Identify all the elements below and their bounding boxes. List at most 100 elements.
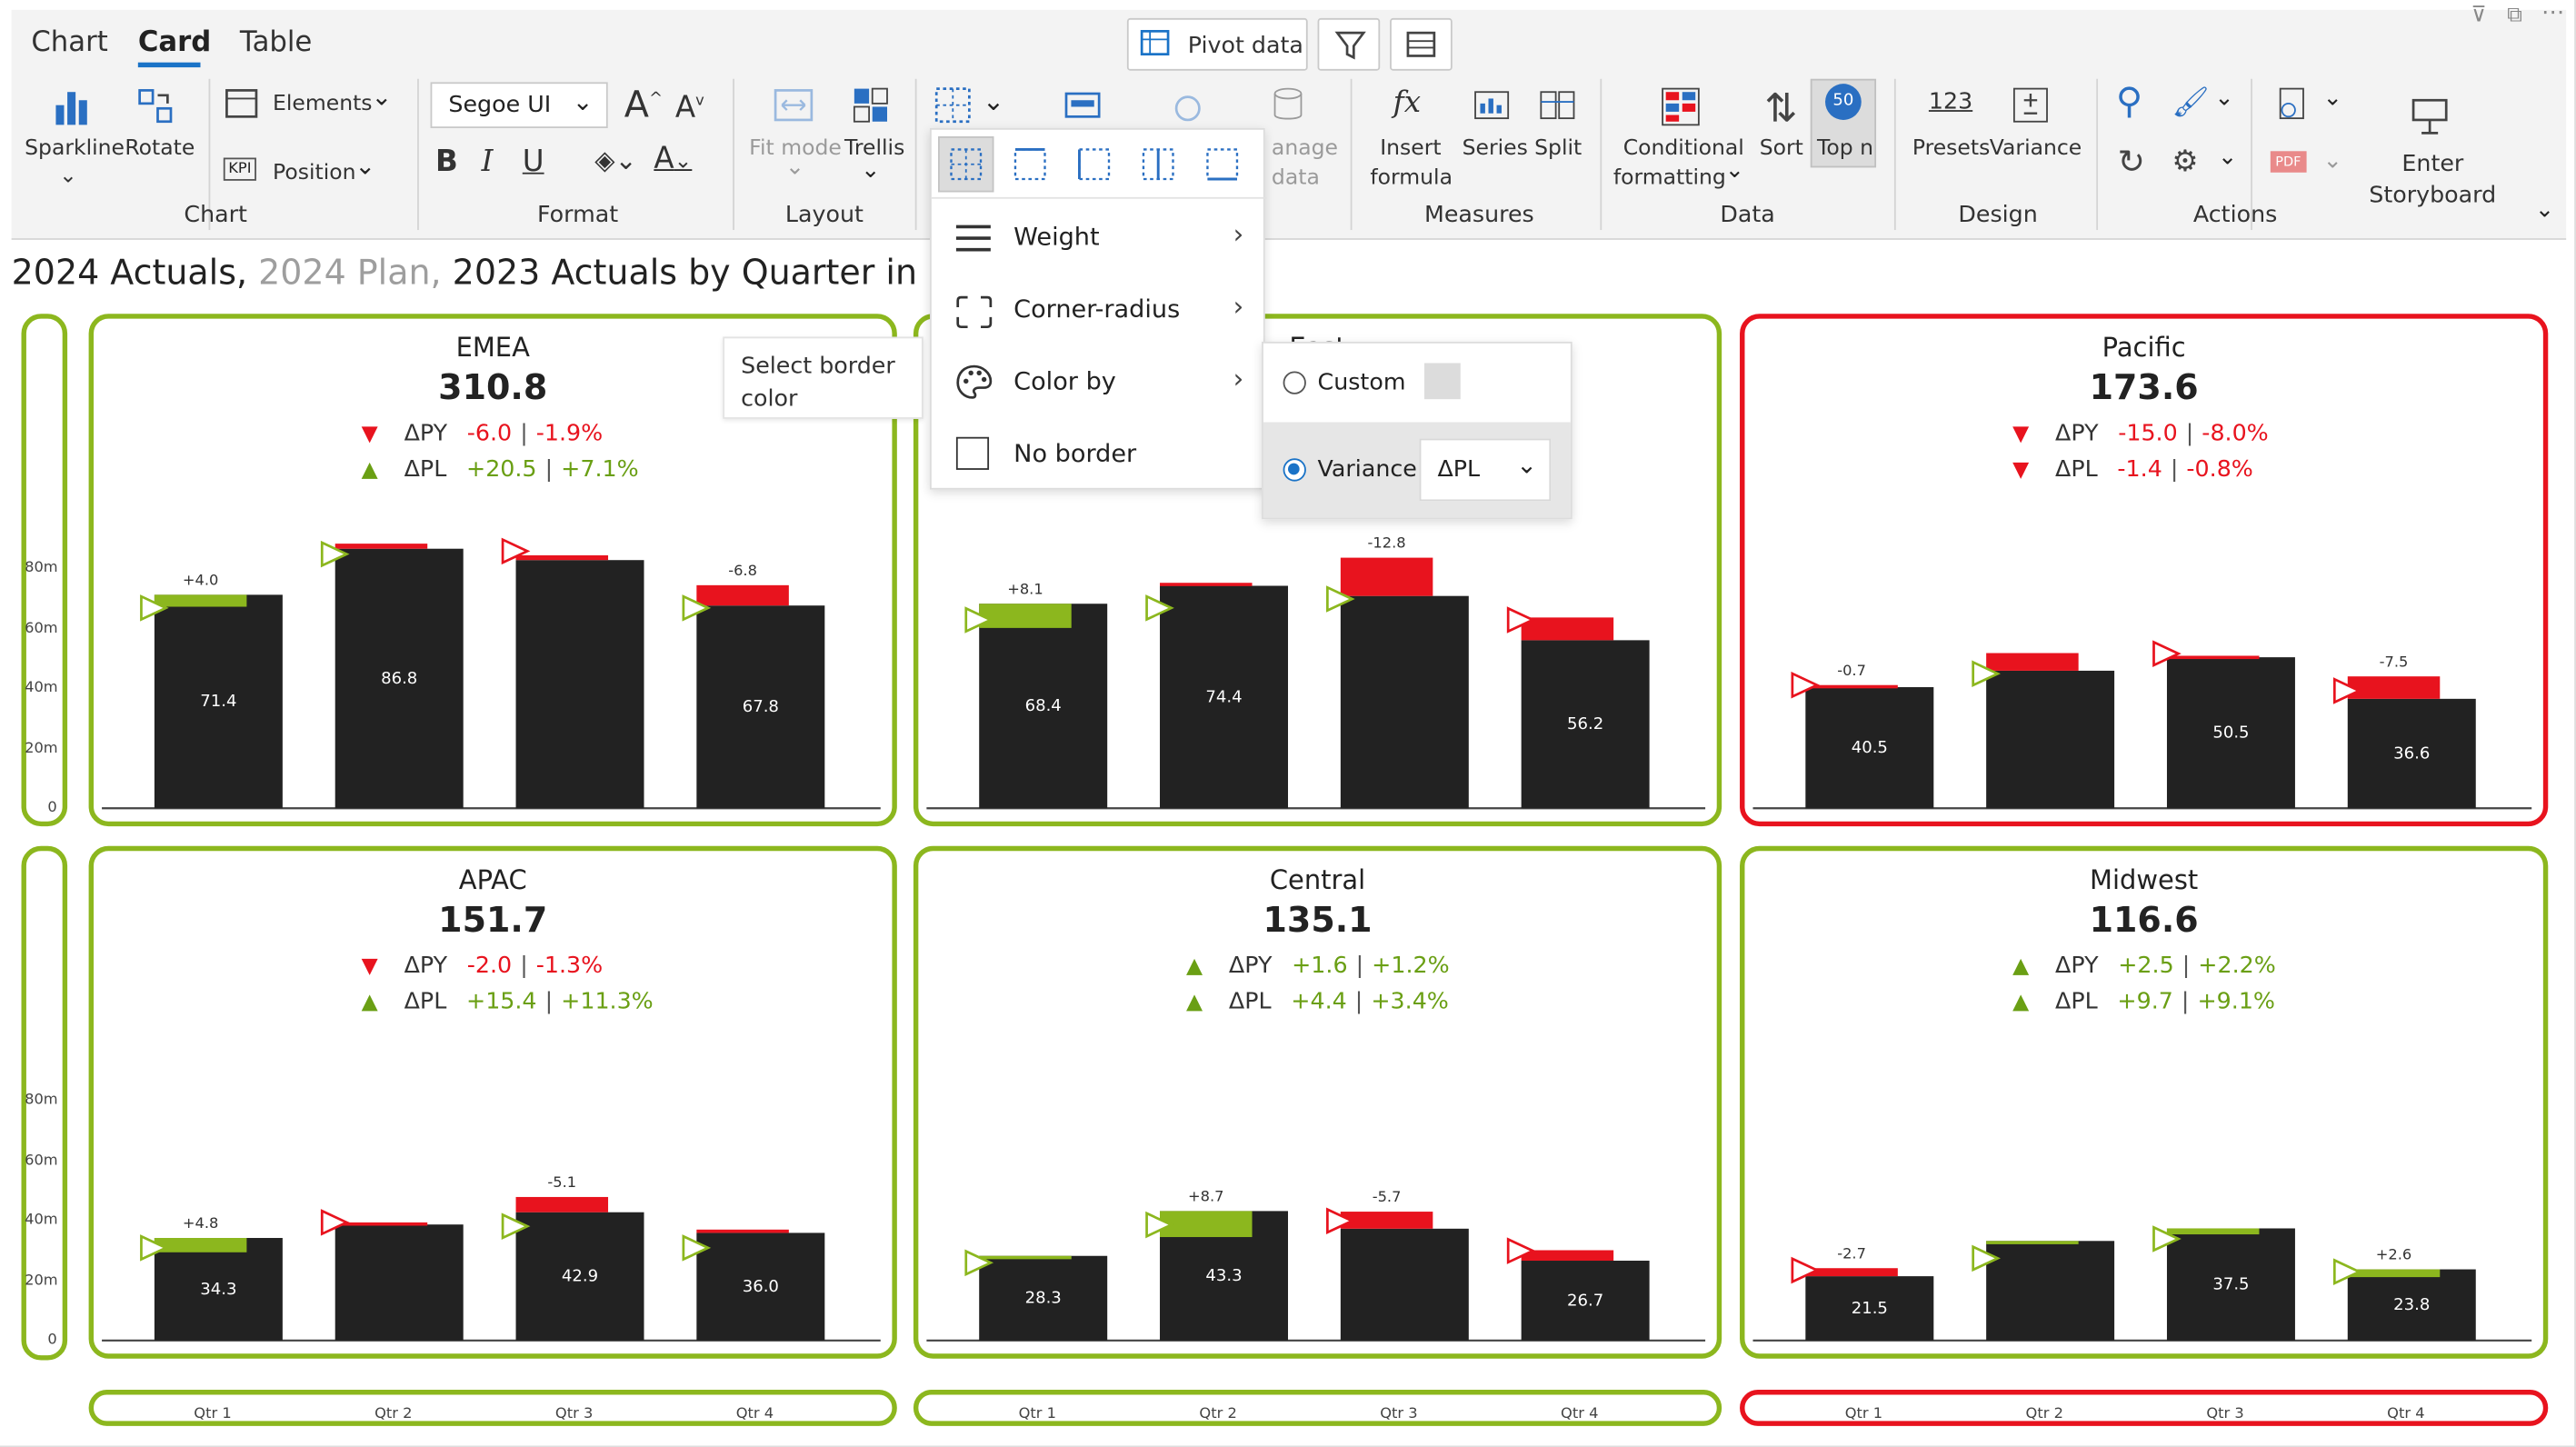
custom-color-swatch[interactable]: [1424, 363, 1461, 400]
variance-bar[interactable]: [2347, 676, 2441, 699]
variance-bar[interactable]: [979, 604, 1072, 628]
variance-radio[interactable]: [1283, 458, 1306, 482]
card-chart: 34.3 +4.8 42.9 -5.1 36.0: [102, 1173, 881, 1342]
tab-chart[interactable]: Chart: [31, 26, 107, 59]
refresh-icon[interactable]: ↻: [2118, 141, 2145, 180]
elements-dropdown-icon[interactable]: ⌄: [371, 82, 392, 112]
sparkline-button[interactable]: Sparkline: [25, 136, 125, 161]
variance-bar[interactable]: [696, 1229, 789, 1233]
actual-bar[interactable]: [515, 560, 644, 809]
actual-bar[interactable]: [1986, 1241, 2115, 1341]
variance-bar[interactable]: [1986, 1241, 2079, 1244]
actual-bar[interactable]: [1340, 1228, 1469, 1341]
actual-bar[interactable]: [334, 1224, 464, 1341]
actual-bar[interactable]: [1340, 595, 1469, 809]
variance-bar[interactable]: [1340, 1212, 1433, 1229]
border-bottom-icon[interactable]: [1204, 146, 1243, 185]
presets-button[interactable]: Presets: [1912, 136, 1991, 161]
custom-radio[interactable]: [1283, 371, 1306, 394]
variance-measure-select[interactable]: ΔPL ⌄: [1419, 438, 1552, 502]
settings-gear-icon[interactable]: ⚙: [2172, 145, 2198, 179]
trellis-dropdown-icon[interactable]: ⌄: [861, 158, 880, 185]
pdf-icon[interactable]: PDF: [2270, 151, 2306, 173]
top-n-button[interactable]: 50 Top n: [1810, 78, 1877, 168]
format-painter-dropdown-icon[interactable]: ⌄: [2214, 85, 2233, 112]
weight-lines-icon: [955, 225, 991, 252]
font-color-icon[interactable]: A⌄: [654, 141, 692, 175]
insert-formula-button[interactable]: Insert: [1380, 136, 1441, 161]
region-card-pacific[interactable]: Pacific 173.6 ▼ ΔPY -15.0 | -8.0% ▼ ΔPL -1.4 | -0.8…: [1740, 314, 2549, 827]
enter-storyboard-button[interactable]: Enter: [2401, 151, 2463, 177]
variance-bar[interactable]: [1521, 1250, 1614, 1262]
variance-bar[interactable]: [696, 584, 789, 606]
variance-bar[interactable]: [1160, 583, 1253, 586]
bold-icon[interactable]: B: [435, 145, 458, 179]
bar-value-label: 40.5: [1852, 738, 1888, 757]
more-options-icon[interactable]: ⋯: [2541, 0, 2564, 26]
variance-bar[interactable]: [1521, 617, 1614, 641]
variance-bar[interactable]: [334, 544, 428, 549]
variance-button[interactable]: Variance: [1990, 136, 2082, 161]
variance-bar[interactable]: [515, 554, 609, 561]
border-left-icon[interactable]: [1076, 146, 1115, 185]
actual-bar[interactable]: [1986, 670, 2115, 809]
variance-bar[interactable]: [2166, 1228, 2260, 1235]
manage-data-button[interactable]: anage: [1272, 136, 1338, 161]
rotate-button[interactable]: Rotate: [125, 136, 195, 161]
search-icon[interactable]: ⚲: [2116, 82, 2142, 123]
increase-font-icon[interactable]: A^: [624, 85, 663, 126]
tab-card[interactable]: Card: [138, 26, 211, 59]
region-card-midwest[interactable]: Midwest 116.6 ▲ ΔPY +2.5 | +2.2% ▲ ΔPL +9.7 | +9.1%…: [1740, 845, 2549, 1359]
variance-bar[interactable]: [1805, 1268, 1898, 1277]
region-card-apac[interactable]: APAC 151.7 ▼ ΔPY -2.0 | -1.3% ▲ ΔPL +15.4 | +11.3% 3…: [88, 845, 897, 1359]
variance-bar[interactable]: [2347, 1269, 2441, 1278]
fill-color-icon[interactable]: ◈⌄: [594, 145, 636, 175]
menu-item-corner-radius[interactable]: Corner-radius ›: [932, 274, 1263, 347]
filter-settings-button[interactable]: [1317, 17, 1381, 71]
position-button[interactable]: Position: [273, 161, 355, 185]
pdf-dropdown-icon[interactable]: ⌄: [2323, 148, 2342, 175]
menu-item-no-border[interactable]: No border: [932, 419, 1263, 492]
variance-bar[interactable]: [979, 1255, 1072, 1260]
sort-button[interactable]: Sort: [1760, 136, 1803, 161]
table-settings-button[interactable]: [1390, 17, 1453, 71]
settings-dropdown-icon[interactable]: ⌄: [2218, 145, 2237, 171]
italic-icon[interactable]: I: [482, 145, 494, 179]
variance-bar[interactable]: [1340, 557, 1433, 596]
variance-bar[interactable]: [2166, 655, 2260, 660]
collapse-ribbon-icon[interactable]: ⌄: [2535, 197, 2554, 224]
variance-bar[interactable]: [515, 1196, 609, 1212]
variance-bar[interactable]: [334, 1222, 428, 1226]
region-card-central[interactable]: Central 135.1 ▲ ΔPY +1.6 | +1.2% ▲ ΔPL +4.4 | +3.4%…: [913, 845, 1722, 1359]
variance-bar[interactable]: [154, 594, 247, 607]
border-outer-icon[interactable]: [1012, 146, 1051, 185]
series-button[interactable]: Series: [1463, 136, 1528, 161]
checkbox-icon[interactable]: [955, 436, 990, 470]
decrease-font-icon[interactable]: Av: [675, 90, 704, 125]
variance-bar[interactable]: [1805, 684, 1898, 689]
menu-item-weight[interactable]: Weight ›: [932, 202, 1263, 274]
expand-icon[interactable]: ⧉: [2507, 4, 2522, 28]
conditional-dropdown-icon[interactable]: ⌄: [1725, 158, 1744, 185]
elements-button[interactable]: Elements: [273, 92, 373, 116]
menu-item-color-by[interactable]: Color by ›: [932, 346, 1263, 419]
variance-bar[interactable]: [154, 1238, 247, 1252]
variance-bar[interactable]: [1986, 653, 2079, 671]
tab-table[interactable]: Table: [240, 26, 312, 59]
position-dropdown-icon[interactable]: ⌄: [354, 151, 375, 181]
underline-icon[interactable]: U: [523, 145, 544, 179]
split-button[interactable]: Split: [1534, 136, 1582, 161]
format-painter-icon[interactable]: 🖌︎: [2172, 85, 2209, 120]
border-dropdown-icon[interactable]: ⌄: [983, 85, 1004, 116]
border-middle-icon[interactable]: [1140, 146, 1179, 185]
variance-bar[interactable]: [1160, 1211, 1253, 1238]
border-icon[interactable]: [934, 85, 976, 128]
font-family-select[interactable]: Segoe UI ⌄: [430, 82, 608, 128]
export-dropdown-icon[interactable]: ⌄: [2323, 85, 2342, 112]
pivot-data-button[interactable]: Pivot data: [1126, 17, 1308, 71]
storyboard-icon: [2411, 98, 2448, 135]
filter-icon[interactable]: ⊽: [2471, 4, 2486, 28]
variance-measure-value: ΔPL: [1437, 456, 1481, 484]
sparkline-dropdown-icon[interactable]: ⌄: [59, 165, 77, 189]
fit-mode-dropdown-icon[interactable]: ⌄: [785, 155, 804, 181]
